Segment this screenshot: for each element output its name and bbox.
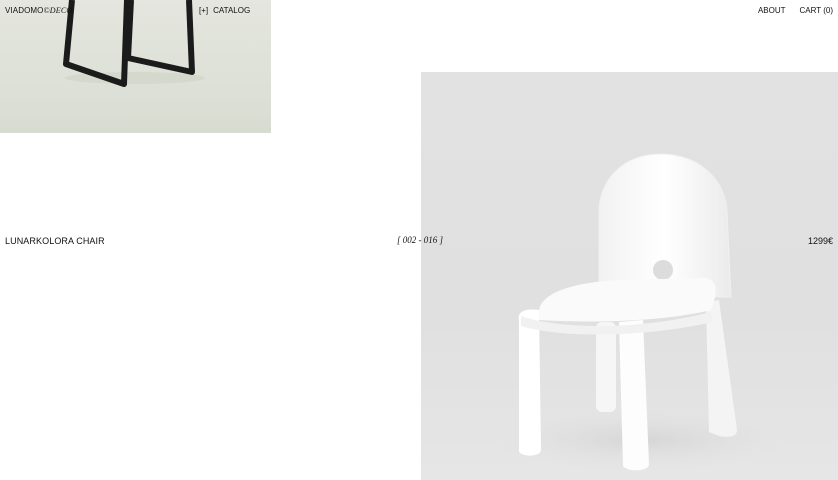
catalog-toggle-icon: [+] xyxy=(199,6,209,15)
product-image[interactable] xyxy=(421,72,838,480)
brand-logo[interactable]: VIADOMO©DECO xyxy=(5,6,72,15)
product-price: 1299€ xyxy=(807,236,833,246)
white-chair-illustration xyxy=(491,153,791,471)
chair-legs-illustration xyxy=(63,0,205,87)
catalog-menu-button[interactable]: [+] CATALOG xyxy=(199,6,250,15)
cart-link[interactable]: CART (0) xyxy=(800,6,834,15)
catalog-label: CATALOG xyxy=(213,6,251,15)
product-name[interactable]: LUNARKOLORA CHAIR xyxy=(5,236,105,246)
header-nav: ABOUT CART (0) xyxy=(758,6,833,15)
product-counter: [ 002 - 016 ] xyxy=(397,235,444,245)
previous-product-image[interactable] xyxy=(0,0,271,133)
about-link[interactable]: ABOUT xyxy=(758,6,786,15)
brand-name: VIADOMO xyxy=(5,6,44,15)
brand-suffix: ©DECO xyxy=(43,6,73,15)
